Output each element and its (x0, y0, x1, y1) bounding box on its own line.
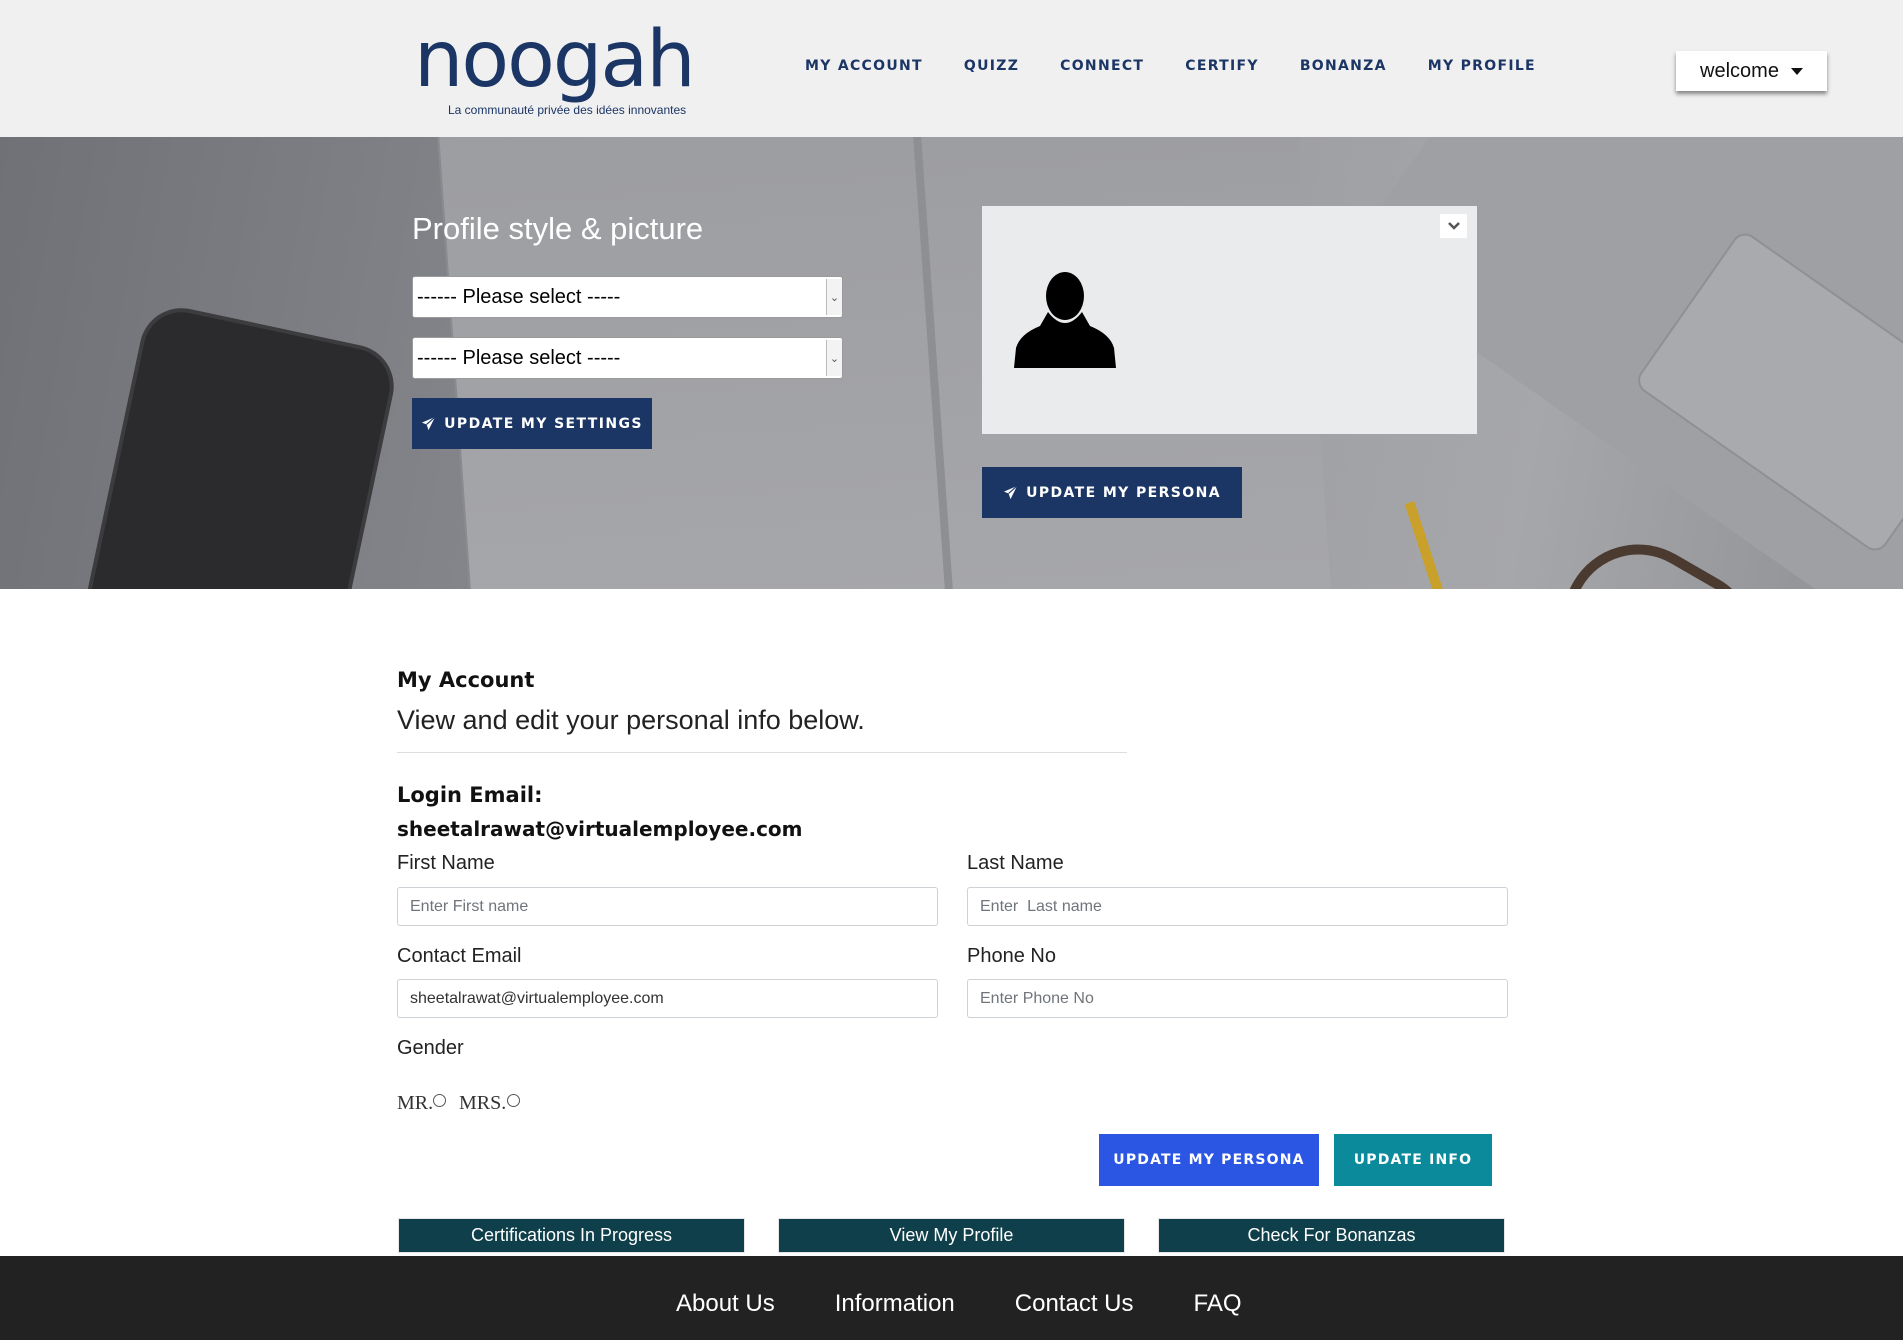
contact-email-label: Contact Email (397, 945, 522, 967)
logo-tagline: La communauté privée des idées innovante… (448, 103, 687, 117)
update-persona-hero-button[interactable]: UPDATE MY PERSONA (982, 467, 1242, 518)
profile-style-title: Profile style & picture (412, 211, 704, 246)
profile-picture-select-value: ------ Please select ----- (417, 346, 621, 369)
background-phone-image (73, 305, 397, 589)
site-header: noogah La communauté privée des idées in… (0, 0, 1903, 137)
footer-contact-us-link[interactable]: Contact Us (1015, 1290, 1134, 1318)
profile-picture-select[interactable]: ------ Please select ----- ⌄ (412, 337, 843, 379)
nav-my-account[interactable]: MY ACCOUNT (805, 58, 923, 74)
my-account-subtitle: View and edit your personal info below. (397, 705, 865, 735)
persona-toggle-button[interactable] (1440, 214, 1467, 238)
gender-mr-label: MR. (397, 1092, 434, 1114)
gender-mr-radio[interactable] (433, 1094, 446, 1107)
nav-quizz[interactable]: QUIZZ (964, 58, 1019, 74)
chevron-down-icon (1447, 222, 1460, 230)
phone-field[interactable] (967, 979, 1508, 1018)
my-account-heading: My Account (397, 668, 535, 692)
section-divider (397, 752, 1127, 753)
footer-faq-link[interactable]: FAQ (1194, 1290, 1242, 1318)
update-persona-hero-label: UPDATE MY PERSONA (1026, 484, 1221, 501)
first-name-label: First Name (397, 852, 495, 874)
check-for-bonanzas-button[interactable]: Check For Bonanzas (1158, 1218, 1505, 1253)
noogah-logo[interactable]: noogah La communauté privée des idées in… (414, 18, 696, 123)
certifications-in-progress-button[interactable]: Certifications In Progress (398, 1218, 745, 1253)
nav-connect[interactable]: CONNECT (1060, 58, 1144, 74)
profile-style-select-value: ------ Please select ----- (417, 285, 621, 308)
update-settings-label: UPDATE MY SETTINGS (444, 415, 643, 432)
last-name-field[interactable] (967, 887, 1508, 926)
paper-plane-icon (1004, 485, 1018, 500)
update-settings-button[interactable]: UPDATE MY SETTINGS (412, 398, 652, 449)
update-persona-button[interactable]: UPDATE MY PERSONA (1099, 1134, 1319, 1186)
view-my-profile-button[interactable]: View My Profile (778, 1218, 1125, 1253)
footer-information-link[interactable]: Information (835, 1290, 955, 1318)
phone-label: Phone No (967, 945, 1056, 967)
update-info-button[interactable]: UPDATE INFO (1334, 1134, 1492, 1186)
logo-wordmark: noogah (414, 15, 696, 105)
chevron-down-icon: ⌄ (826, 279, 842, 315)
footer-about-us-link[interactable]: About Us (676, 1290, 775, 1318)
gender-mrs-label: MRS. (459, 1092, 507, 1114)
contact-email-field[interactable] (397, 979, 938, 1018)
user-menu-label: welcome (1700, 59, 1779, 82)
profile-style-hero: Profile style & picture ------ Please se… (0, 137, 1903, 589)
background-pencil-image (1404, 501, 1486, 589)
user-silhouette-icon (1014, 272, 1116, 368)
persona-preview-box (982, 206, 1477, 434)
site-footer: About Us Information Contact Us FAQ (0, 1256, 1903, 1340)
first-name-field[interactable] (397, 887, 938, 926)
profile-style-select[interactable]: ------ Please select ----- ⌄ (412, 276, 843, 318)
login-email-value: sheetalrawat@virtualemployee.com (397, 817, 803, 841)
nav-certify[interactable]: CERTIFY (1185, 58, 1259, 74)
nav-bonanza[interactable]: BONANZA (1300, 58, 1387, 74)
user-menu-dropdown[interactable]: welcome (1676, 51, 1827, 91)
caret-down-icon (1790, 67, 1803, 75)
main-nav: MY ACCOUNT QUIZZ CONNECT CERTIFY BONANZA… (805, 58, 1577, 74)
gender-label: Gender (397, 1037, 464, 1059)
gender-mrs-radio[interactable] (507, 1094, 520, 1107)
footer-links: About Us Information Contact Us FAQ (676, 1290, 1302, 1318)
login-email-label: Login Email: (397, 783, 543, 807)
last-name-label: Last Name (967, 852, 1064, 874)
nav-my-profile[interactable]: MY PROFILE (1428, 58, 1536, 74)
paper-plane-icon (422, 416, 436, 431)
chevron-down-icon: ⌄ (826, 340, 842, 376)
